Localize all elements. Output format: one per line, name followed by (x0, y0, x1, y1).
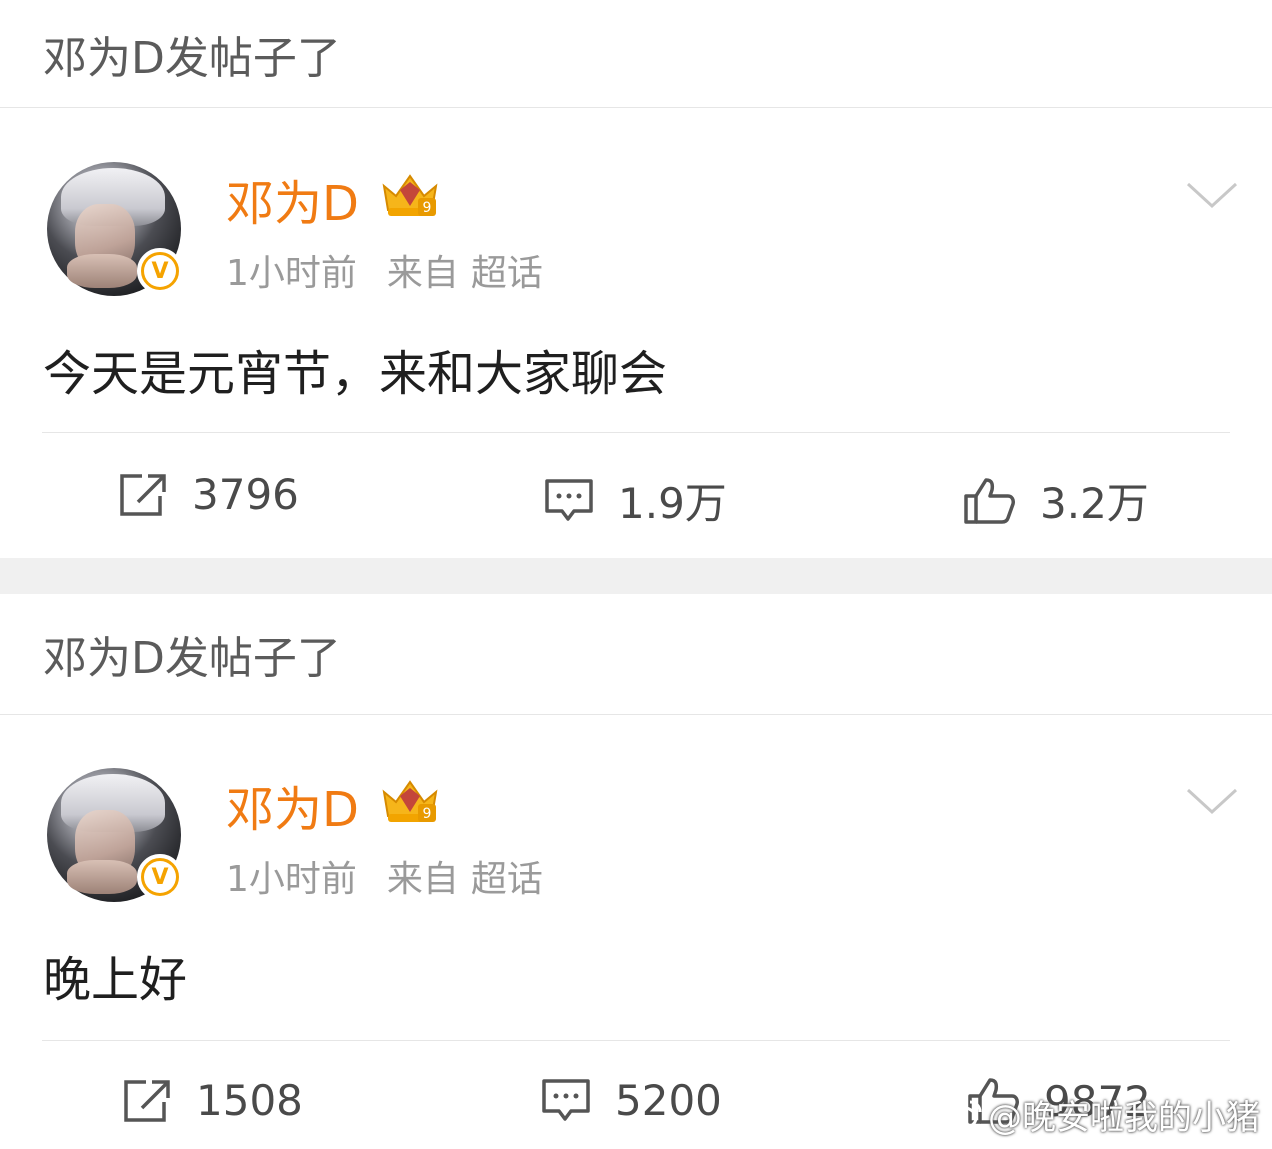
section-title: 邓为D发帖子了 (0, 594, 1272, 715)
weibo-logo-icon (942, 1100, 982, 1130)
comment-count: 5200 (615, 1076, 722, 1125)
watermark: @晚安啦我的小猪 (942, 1090, 1260, 1139)
divider (42, 1040, 1230, 1041)
repost-count: 3796 (192, 470, 299, 519)
repost-button[interactable]: 3796 (118, 470, 299, 519)
post-meta: 1小时前 来自 超话 (226, 244, 543, 296)
action-bar: 3796 1.9万 3.2万 (0, 440, 1272, 558)
repost-icon (120, 473, 166, 516)
crown-icon: 9 (382, 174, 438, 216)
post-time: 1小时前 (226, 253, 357, 294)
section-separator (0, 558, 1272, 594)
verified-icon: V (137, 854, 183, 900)
post-card: 邓为D发帖子了 V 邓为D 9 1小时前 来自 超话 晚上好 1508 5200… (0, 594, 1272, 1149)
source-link[interactable]: 超话 (471, 859, 543, 900)
like-count: 3.2万 (1040, 479, 1149, 528)
comment-icon (545, 478, 593, 521)
post-meta: 1小时前 来自 超话 (226, 850, 543, 902)
username[interactable]: 邓为D (226, 770, 359, 840)
post-content: 今天是元宵节，来和大家聊会 (43, 346, 668, 402)
source-label: 来自 (386, 859, 459, 900)
like-icon (964, 477, 1015, 524)
comment-count: 1.9万 (618, 479, 727, 528)
like-button[interactable]: 3.2万 (962, 470, 1149, 531)
chevron-down-icon[interactable] (1186, 786, 1238, 816)
post-card: 邓为D发帖子了 V 邓为D 9 1小时前 来自 超话 今天是元宵节，来和大家聊会 3… (0, 0, 1272, 594)
post-time: 1小时前 (226, 859, 357, 900)
source-link[interactable]: 超话 (471, 253, 543, 294)
divider (42, 432, 1230, 433)
svg-text:9: 9 (423, 806, 432, 822)
verified-icon: V (137, 248, 183, 294)
repost-button[interactable]: 1508 (122, 1076, 303, 1125)
comment-button[interactable]: 1.9万 (544, 470, 727, 531)
post-content: 晚上好 (43, 952, 188, 1008)
source-label: 来自 (386, 253, 459, 294)
chevron-down-icon[interactable] (1186, 180, 1238, 210)
comment-button[interactable]: 5200 (541, 1076, 722, 1125)
username[interactable]: 邓为D (226, 164, 359, 234)
comment-icon (542, 1078, 590, 1121)
svg-text:9: 9 (423, 200, 432, 216)
repost-count: 1508 (196, 1076, 303, 1125)
section-title: 邓为D发帖子了 (0, 0, 1272, 108)
crown-icon: 9 (382, 780, 438, 822)
repost-icon (124, 1079, 170, 1122)
